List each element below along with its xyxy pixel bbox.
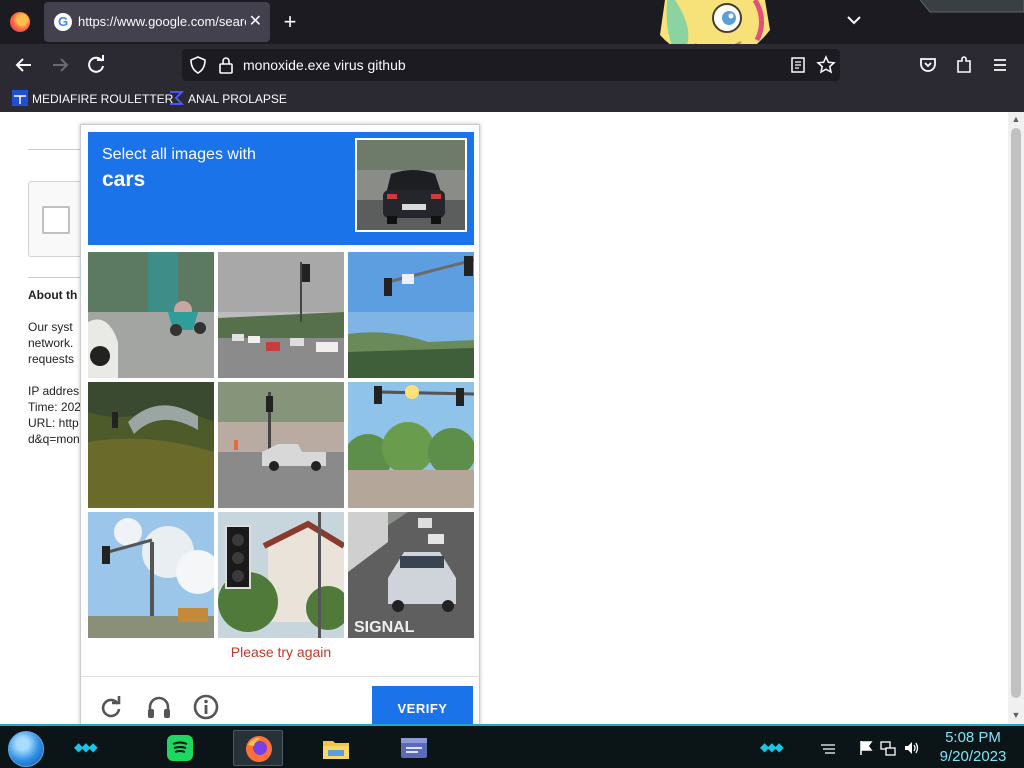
- recaptcha-checkbox-widget[interactable]: [28, 181, 88, 257]
- taskbar-decoration: ◆◆◆: [74, 740, 98, 754]
- chevron-down-icon: [847, 16, 861, 25]
- hamburger-menu-icon: [994, 59, 1006, 71]
- new-tab-button[interactable]: +: [280, 8, 300, 36]
- start-button[interactable]: [8, 731, 44, 767]
- divider: [28, 149, 88, 150]
- menu-button[interactable]: [987, 52, 1013, 78]
- taskbar-decoration: ◆◆◆: [760, 740, 784, 754]
- pocket-button[interactable]: [915, 52, 941, 78]
- captcha-tile[interactable]: [348, 252, 474, 378]
- arrow-right-icon: [53, 58, 69, 72]
- action-center-flag-icon[interactable]: [858, 740, 874, 756]
- info-icon: [193, 694, 219, 720]
- captcha-instruction: Select all images with: [102, 146, 256, 163]
- reload-icon: [101, 696, 121, 718]
- puzzle-piece-icon: [957, 56, 971, 73]
- recaptcha-checkbox[interactable]: [42, 206, 70, 234]
- clock-date: 9/20/2023: [939, 748, 1007, 765]
- audio-headphones-icon: [148, 696, 170, 718]
- captcha-info-button[interactable]: [192, 693, 220, 721]
- google-favicon-icon: G: [54, 13, 72, 31]
- svg-text:SIGNAL: SIGNAL: [354, 619, 415, 636]
- verify-button[interactable]: VERIFY: [372, 686, 473, 724]
- divider: [28, 277, 88, 278]
- info-line: IP addres: [28, 384, 80, 398]
- captcha-tile[interactable]: [218, 252, 344, 378]
- network-icon[interactable]: [880, 740, 896, 756]
- page-scrollbar[interactable]: ▲ ▼: [1008, 112, 1024, 724]
- tab-close-button[interactable]: ✕: [249, 11, 262, 31]
- info-line: URL: http: [28, 416, 79, 430]
- theme-decoration: [920, 0, 1024, 13]
- captcha-reload-button[interactable]: [97, 693, 125, 721]
- bookmark-item[interactable]: ANAL PROLAPSE: [168, 90, 287, 108]
- captcha-tile[interactable]: [88, 512, 214, 638]
- captcha-tile[interactable]: SIGNAL: [348, 512, 474, 638]
- bookmarks-toolbar: MEDIAFIRE ROULETTER ANAL PROLAPSE: [0, 86, 1024, 112]
- taskbar-app-window[interactable]: [389, 730, 439, 766]
- captcha-tile[interactable]: [88, 252, 214, 378]
- firefox-icon[interactable]: [10, 12, 30, 32]
- tray-stack-icon[interactable]: [820, 740, 836, 756]
- captcha-error-message: Please try again: [230, 644, 332, 660]
- info-line: d&q=mon: [28, 432, 80, 446]
- navigation-toolbar: monoxide.exe virus github: [0, 44, 1024, 86]
- info-line: network.: [28, 336, 74, 350]
- reload-icon: [88, 55, 104, 73]
- mediafire-icon: [12, 90, 28, 106]
- bookmark-label: ANAL PROLAPSE: [188, 92, 287, 106]
- captcha-tile[interactable]: [218, 382, 344, 508]
- reload-button[interactable]: [83, 52, 109, 78]
- volume-icon[interactable]: [904, 740, 920, 756]
- reader-view-icon[interactable]: [788, 55, 808, 75]
- address-bar[interactable]: monoxide.exe virus github: [182, 49, 840, 81]
- spotify-icon: [167, 735, 193, 761]
- url-text: monoxide.exe virus github: [243, 57, 406, 73]
- browser-tab[interactable]: G https://www.google.com/search ✕: [44, 2, 270, 42]
- list-all-tabs-button[interactable]: [844, 10, 864, 34]
- scroll-up-icon[interactable]: ▲: [1011, 114, 1021, 124]
- info-line: Time: 202: [28, 400, 81, 414]
- sigma-icon: [170, 91, 184, 105]
- captcha-instruction-banner: Select all images with cars: [88, 132, 474, 245]
- pocket-icon: [920, 58, 936, 72]
- about-heading: About th: [28, 288, 78, 302]
- captcha-target: cars: [102, 168, 146, 191]
- arrow-left-icon: [15, 58, 31, 72]
- info-line: Our syst: [28, 320, 73, 334]
- tab-bar: G https://www.google.com/search ✕ +: [0, 0, 1024, 59]
- forward-button[interactable]: [47, 52, 73, 78]
- captcha-sample-image: [355, 138, 467, 232]
- captcha-audio-button[interactable]: [145, 693, 173, 721]
- file-explorer-icon: [323, 741, 349, 759]
- captcha-footer: VERIFY: [81, 676, 481, 724]
- lock-icon[interactable]: [216, 55, 236, 75]
- captcha-tile[interactable]: [218, 512, 344, 638]
- taskbar: ◆◆◆ ◆◆◆ 5:08 PM 9/20/2023: [0, 724, 1024, 768]
- taskbar-app-file-explorer[interactable]: [311, 730, 361, 766]
- bookmark-star-icon[interactable]: [816, 55, 836, 75]
- clock-time: 5:08 PM: [945, 729, 1001, 746]
- tracking-protection-shield-icon[interactable]: [188, 55, 208, 75]
- extensions-button[interactable]: [951, 52, 977, 78]
- taskbar-app-firefox[interactable]: [233, 730, 283, 766]
- taskbar-app-spotify[interactable]: [155, 730, 205, 766]
- scrollbar-thumb[interactable]: [1011, 128, 1021, 698]
- taskbar-clock[interactable]: 5:08 PM 9/20/2023: [930, 728, 1016, 766]
- back-button[interactable]: [11, 52, 37, 78]
- captcha-image-grid: SIGNAL: [88, 252, 474, 638]
- scroll-down-icon[interactable]: ▼: [1011, 710, 1021, 720]
- window-app-icon: [401, 738, 427, 758]
- firefox-icon: [246, 736, 272, 762]
- captcha-tile[interactable]: [88, 382, 214, 508]
- captcha-tile[interactable]: [348, 382, 474, 508]
- bookmark-label: MEDIAFIRE ROULETTER: [32, 92, 174, 106]
- info-line: requests: [28, 352, 75, 366]
- web-page: About th Our syst network. requests IP a…: [0, 112, 1008, 724]
- tab-title: https://www.google.com/search: [78, 14, 246, 29]
- bookmark-item[interactable]: MEDIAFIRE ROULETTER: [12, 90, 173, 108]
- recaptcha-challenge-dialog: Select all images with cars SIGNAL Pleas…: [80, 124, 481, 724]
